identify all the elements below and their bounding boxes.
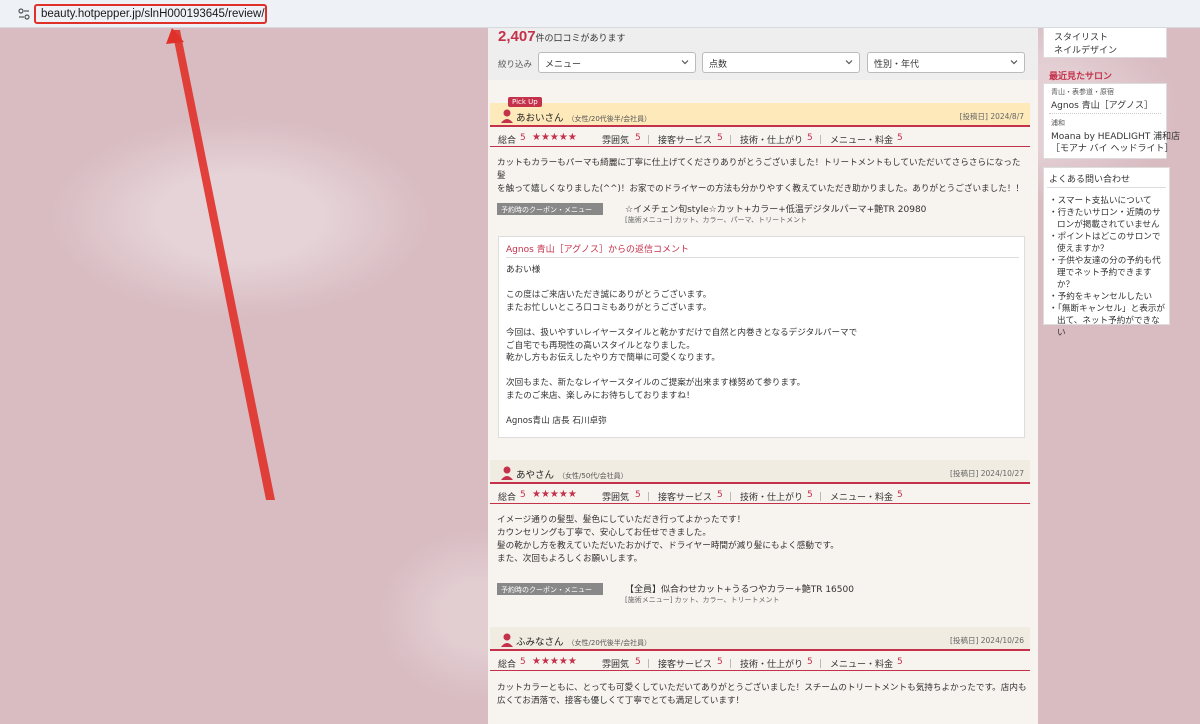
rating-stars: ★★★★★ [532, 489, 577, 500]
browser-address-bar: beauty.hotpepper.jp/slnH000193645/review… [0, 0, 1200, 28]
post-date: [投稿日] 2024/8/7 [959, 112, 1024, 121]
salon-reply: Agnos 青山［アグノス］からの返信コメント あおい様 この度はご来店いただき… [498, 236, 1025, 438]
review-header: Pick Up あおいさん （女性/20代後半/会社員） [投稿日] 2024/8… [490, 97, 1030, 127]
faq-link[interactable]: 子供や友達の分の予約も代理でネット予約できますか？ [1049, 255, 1167, 291]
url-field[interactable]: beauty.hotpepper.jp/slnH000193645/review… [34, 4, 267, 24]
reviewer-name: ふみなさん （女性/20代後半/会社員） [516, 637, 652, 648]
coupon-name[interactable]: 【全員】似合わせカット+うるつやカラー+艶TR 16500 [625, 582, 854, 595]
filter-score-select[interactable]: 点数 [702, 52, 860, 73]
review-main-column: 2,407件の口コミがあります 絞り込み メニュー 点数 性別・年代 Pick … [488, 28, 1038, 724]
rating-row: 総合 5 ★★★★★ 雰囲気 5 ｜ 接客サービス 5 ｜ 技術・仕上がり 5 … [490, 486, 1030, 504]
coupon-menu: [施術メニュー] カット、カラー、トリートメント [625, 596, 780, 604]
faq-link[interactable]: ポイントはどこのサロンで使えますか？ [1049, 231, 1167, 255]
review-text: イメージ通りの髪型、髪色にしていただき行ってよかったです！ カウンセリングも丁寧… [497, 515, 839, 564]
review-count-suffix: 件の口コミがあります [535, 34, 626, 44]
user-avatar-icon [501, 466, 513, 480]
filter-gender-age-value: 性別・年代 [874, 60, 920, 70]
faq-link[interactable]: 行きたいサロン・近隣のサロンが掲載されていません [1049, 207, 1167, 231]
review-item: Pick Up あおいさん （女性/20代後半/会社員） [投稿日] 2024/8… [488, 97, 1038, 443]
recent-salons-box: 青山・表参道・原宿 Agnos 青山［アグノス］ 浦和 Moana by HEA… [1043, 83, 1180, 159]
chevron-down-icon [1010, 60, 1018, 65]
filter-menu-select[interactable]: メニュー [538, 52, 696, 73]
faq-list: スマート支払いについて 行きたいサロン・近隣のサロンが掲載されていません ポイン… [1049, 195, 1167, 339]
review-count-number: 2,407 [498, 28, 536, 45]
site-settings-icon[interactable] [18, 8, 30, 20]
coupon-tag: 予約時のクーポン・メニュー [497, 583, 603, 595]
filter-gender-age-select[interactable]: 性別・年代 [867, 52, 1025, 73]
post-date: [投稿日] 2024/10/27 [950, 469, 1024, 478]
review-item: ふみなさん （女性/20代後半/会社員） [投稿日] 2024/10/26 総合 … [488, 627, 1038, 724]
recent-salon-link[interactable]: Agnos 青山［アグノス］ [1051, 98, 1153, 111]
coupon-menu: [施術メニュー] カット、カラー、パーマ、トリートメント [625, 216, 808, 224]
review-summary: 2,407件の口コミがあります 絞り込み メニュー 点数 性別・年代 [488, 28, 1038, 80]
coupon-tag: 予約時のクーポン・メニュー [497, 203, 603, 215]
user-avatar-icon [501, 633, 513, 647]
divider [1047, 187, 1166, 188]
faq-link[interactable]: 「無断キャンセル」と表示が出て、ネット予約ができない [1049, 303, 1167, 339]
review-header: あやさん （女性/50代/会社員） [投稿日] 2024/10/27 [490, 460, 1030, 484]
sidebar-link-nail-design[interactable]: ネイルデザイン [1054, 43, 1117, 56]
reviewer-name: あやさん （女性/50代/会社員） [516, 470, 628, 481]
faq-link[interactable]: 予約をキャンセルしたい [1049, 291, 1167, 303]
rating-row: 総合 5 ★★★★★ 雰囲気 5 ｜ 接客サービス 5 ｜ 技術・仕上がり 5 … [490, 653, 1030, 671]
user-avatar-icon [501, 109, 513, 123]
filter-menu-value: メニュー [545, 60, 582, 70]
reply-title: Agnos 青山［アグノス］からの返信コメント [506, 242, 1019, 258]
recent-salons-title: 最近見たサロン [1049, 72, 1113, 82]
rating-stars: ★★★★★ [532, 132, 577, 143]
coupon-name[interactable]: ☆イメチェン旬style☆カット+カラー+低温デジタルパーマ+艶TR 20980 [625, 202, 926, 215]
review-header: ふみなさん （女性/20代後半/会社員） [投稿日] 2024/10/26 [490, 627, 1030, 651]
review-text: カットカラーともに、とっても可愛くしていただいてありがとうございました！スチーム… [497, 683, 1027, 706]
chevron-down-icon [845, 60, 853, 65]
sidebar-nav-box: スタイリスト ネイルデザイン [1043, 28, 1167, 58]
reply-text: あおい様 この度はご来店いただき誠にありがとうございます。 またお忙しいところ口… [506, 265, 858, 427]
filter-label: 絞り込み [498, 60, 533, 70]
filter-score-value: 点数 [709, 60, 728, 70]
faq-title: よくある問い合わせ [1049, 175, 1131, 185]
rating-stars: ★★★★★ [532, 656, 577, 667]
review-item: あやさん （女性/50代/会社員） [投稿日] 2024/10/27 総合 5 ★… [488, 460, 1038, 610]
review-text: カットもカラーもパーマも綺麗に丁寧に仕上げてくださりありがとうございました！トリ… [497, 158, 1025, 194]
faq-link[interactable]: スマート支払いについて [1049, 195, 1167, 207]
divider [1049, 113, 1161, 114]
review-count: 2,407件の口コミがあります [498, 28, 626, 45]
chevron-down-icon [681, 60, 689, 65]
post-date: [投稿日] 2024/10/26 [950, 636, 1024, 645]
faq-box: よくある問い合わせ スマート支払いについて 行きたいサロン・近隣のサロンが掲載さ… [1043, 167, 1170, 338]
reviewer-name: あおいさん （女性/20代後半/会社員） [516, 113, 652, 124]
recent-salon-link-kana[interactable]: ［モアナ バイ ヘッドライト］ [1051, 141, 1174, 154]
rating-row: 総合 5 ★★★★★ 雰囲気 5 ｜ 接客サービス 5 ｜ 技術・仕上がり 5 … [490, 129, 1030, 147]
recent-salon-area: 青山・表参道・原宿 [1051, 88, 1114, 96]
pickup-badge: Pick Up [508, 97, 542, 107]
sidebar-link-stylist[interactable]: スタイリスト [1054, 30, 1108, 43]
recent-salon-area: 浦和 [1051, 119, 1065, 127]
